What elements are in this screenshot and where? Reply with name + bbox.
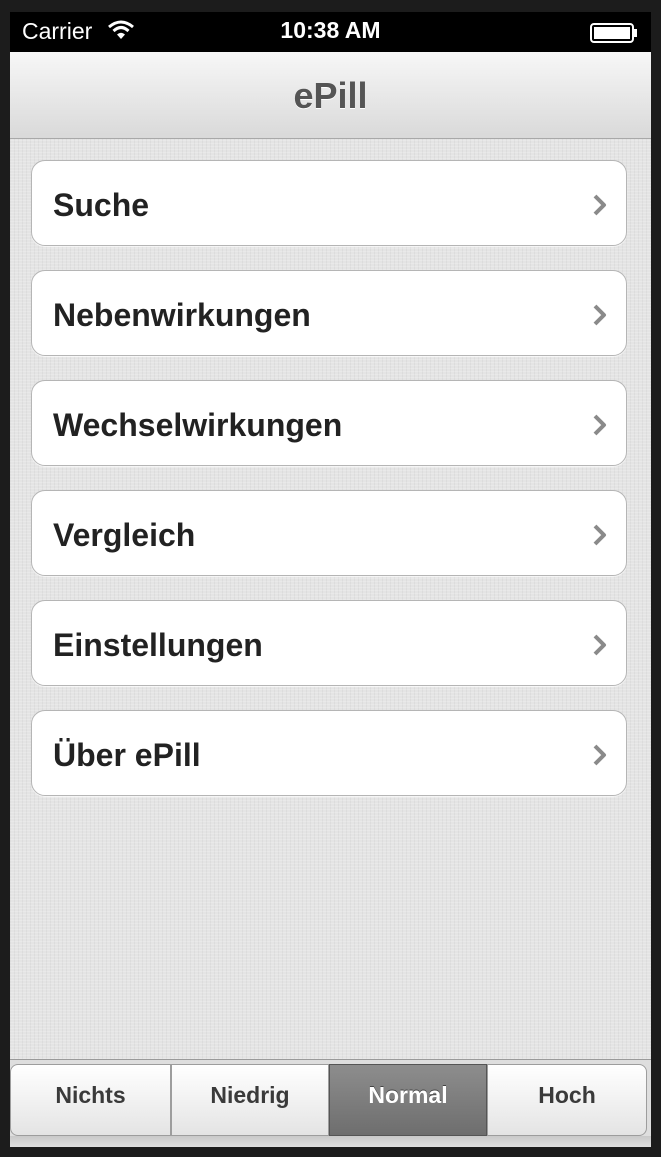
menu-item-label: Einstellungen xyxy=(53,627,263,663)
menu-list: Suche Nebenwirkungen Wechselwirkungen Ve… xyxy=(10,139,651,1059)
segment-nichts[interactable]: Nichts xyxy=(10,1064,171,1136)
segment-hoch[interactable]: Hoch xyxy=(487,1064,647,1136)
chevron-right-icon xyxy=(593,304,606,326)
menu-item-label: Suche xyxy=(53,187,150,223)
segment-label: Niedrig xyxy=(210,1082,290,1108)
status-time: 10:38 AM xyxy=(280,17,381,43)
segment-label: Hoch xyxy=(538,1082,596,1108)
menu-item-label: Über ePill xyxy=(53,737,201,773)
segment-niedrig[interactable]: Niedrig xyxy=(171,1064,329,1136)
segment-label: Normal xyxy=(368,1082,448,1108)
menu-item-nebenwirkungen[interactable]: Nebenwirkungen xyxy=(31,270,627,356)
menu-item-wechselwirkungen[interactable]: Wechselwirkungen xyxy=(31,380,627,466)
menu-item-label: Nebenwirkungen xyxy=(53,297,311,333)
chevron-right-icon xyxy=(593,194,606,216)
battery-icon xyxy=(590,23,637,43)
menu-item-label: Wechselwirkungen xyxy=(53,407,343,443)
segment-label: Nichts xyxy=(55,1082,126,1108)
segmented-control-shadow xyxy=(10,1136,651,1147)
menu-item-ueber-epill[interactable]: Über ePill xyxy=(31,710,627,796)
status-bar: Carrier 10:38 AM xyxy=(10,12,651,52)
chevron-right-icon xyxy=(593,414,606,436)
segment-normal[interactable]: Normal xyxy=(329,1064,487,1136)
phone-screen: Carrier 10:38 AM ePill Suche Nebenwirkun… xyxy=(10,12,651,1147)
menu-item-vergleich[interactable]: Vergleich xyxy=(31,490,627,576)
level-segmented-control: Nichts Niedrig Normal Hoch xyxy=(10,1059,651,1147)
navigation-bar: ePill xyxy=(10,52,651,139)
menu-item-einstellungen[interactable]: Einstellungen xyxy=(31,600,627,686)
menu-item-suche[interactable]: Suche xyxy=(31,160,627,246)
menu-item-label: Vergleich xyxy=(53,517,196,553)
chevron-right-icon xyxy=(593,744,606,766)
chevron-right-icon xyxy=(593,524,606,546)
page-title: ePill xyxy=(293,75,368,116)
chevron-right-icon xyxy=(593,634,606,656)
